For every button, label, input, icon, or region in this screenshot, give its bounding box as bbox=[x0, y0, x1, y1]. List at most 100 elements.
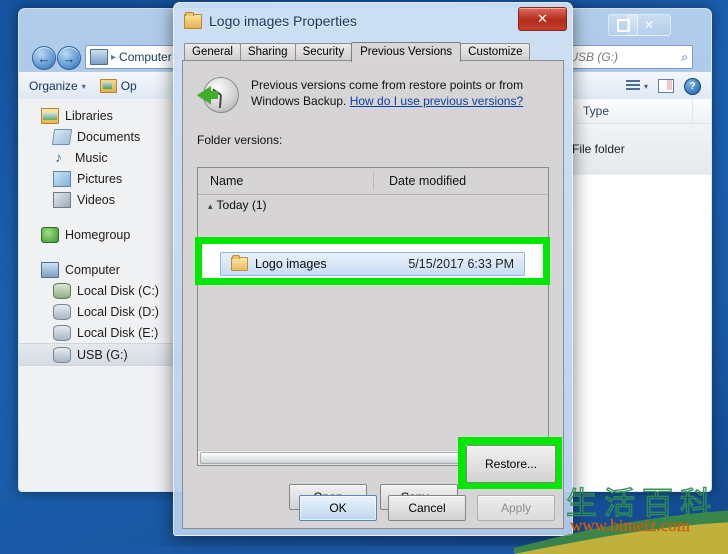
preview-pane-icon[interactable] bbox=[658, 79, 674, 93]
change-view-button[interactable]: ▾ bbox=[625, 80, 648, 92]
sidebar-item-music[interactable]: Music bbox=[19, 147, 197, 168]
tab-previous-versions[interactable]: Previous Versions bbox=[351, 42, 462, 62]
list-column-name[interactable]: Name bbox=[198, 174, 385, 188]
list-item-date-modified: 5/15/2017 6:33 PM bbox=[408, 257, 514, 271]
usb-drive-icon bbox=[53, 346, 71, 363]
highlight-box-list-item: Logo images 5/15/2017 6:33 PM bbox=[195, 237, 550, 285]
list-scroll-area: ▴ Today (1) bbox=[198, 194, 548, 451]
clock-minute-hand bbox=[218, 94, 222, 109]
sidebar-item-label: Documents bbox=[77, 129, 141, 144]
apply-button[interactable]: Apply bbox=[477, 495, 555, 521]
sidebar-item-libraries[interactable]: Libraries bbox=[19, 105, 197, 126]
sidebar-item-label: Computer bbox=[65, 262, 120, 277]
list-item[interactable]: Logo images 5/15/2017 6:33 PM bbox=[220, 252, 525, 276]
info-line-1: Previous versions come from restore poin… bbox=[251, 78, 524, 92]
highlight-box-restore-button: Restore... bbox=[458, 437, 562, 489]
homegroup-icon bbox=[41, 226, 59, 243]
desktop-background: ✕ ← → ▸ Computer ▸ Search USB (G:) ⌕ bbox=[0, 0, 728, 554]
dialog-title: Logo images Properties bbox=[209, 13, 357, 29]
sidebar-item-computer[interactable]: Computer bbox=[19, 259, 197, 280]
restore-clock-icon bbox=[197, 75, 239, 117]
disk-icon bbox=[53, 324, 71, 341]
sidebar-item-pictures[interactable]: Pictures bbox=[19, 168, 197, 189]
watermark-url: www.bimeiz.com bbox=[570, 516, 690, 535]
back-arrow-icon: ← bbox=[37, 50, 51, 66]
restore-button[interactable]: Restore... bbox=[466, 445, 556, 483]
chevron-up-icon: ▴ bbox=[208, 201, 213, 211]
sidebar-item-local-disk-c[interactable]: Local Disk (C:) bbox=[19, 280, 197, 301]
folder-icon bbox=[231, 255, 248, 271]
libraries-icon bbox=[41, 107, 59, 124]
tab-sharing[interactable]: Sharing bbox=[239, 43, 296, 61]
sidebar-item-videos[interactable]: Videos bbox=[19, 189, 197, 210]
tab-strip: General Sharing Security Previous Versio… bbox=[182, 42, 564, 62]
organize-label: Organize bbox=[29, 79, 78, 93]
open-label: Op bbox=[120, 79, 137, 93]
ok-button[interactable]: OK bbox=[299, 495, 377, 521]
info-text: Previous versions come from restore poin… bbox=[251, 75, 523, 117]
chevron-down-icon: ▾ bbox=[81, 81, 86, 91]
sidebar-item-label: Local Disk (C:) bbox=[77, 283, 159, 298]
organize-button[interactable]: Organize ▾ bbox=[29, 79, 86, 93]
tab-general[interactable]: General bbox=[184, 43, 241, 61]
chevron-down-icon: ▾ bbox=[643, 81, 648, 91]
cancel-button[interactable]: Cancel bbox=[388, 495, 466, 521]
sidebar-item-label: Local Disk (E:) bbox=[77, 325, 159, 340]
sidebar-item-label: Pictures bbox=[77, 171, 123, 186]
tab-security[interactable]: Security bbox=[294, 43, 353, 61]
list-item-name: Logo images bbox=[255, 257, 327, 271]
help-icon[interactable]: ? bbox=[684, 77, 701, 95]
folder-icon bbox=[184, 11, 202, 29]
disk-icon bbox=[53, 303, 71, 320]
dialog-close-button[interactable]: ✕ bbox=[518, 7, 567, 31]
close-button[interactable]: ✕ bbox=[627, 14, 671, 36]
dialog-footer-buttons: OK Cancel Apply bbox=[299, 495, 555, 521]
sidebar-item-label: Music bbox=[75, 150, 108, 165]
search-icon[interactable]: ⌕ bbox=[681, 50, 688, 65]
list-group-header-today[interactable]: ▴ Today (1) bbox=[198, 194, 548, 214]
videos-icon bbox=[53, 191, 71, 208]
open-button[interactable]: Op bbox=[99, 79, 137, 93]
dialog-title-bar: Logo images Properties ✕ bbox=[174, 3, 572, 39]
music-icon bbox=[53, 149, 69, 165]
previous-versions-help-link[interactable]: How do I use previous versions? bbox=[350, 94, 523, 108]
sidebar-item-label: Videos bbox=[77, 192, 115, 207]
info-line-2-prefix: Windows Backup. bbox=[251, 94, 350, 108]
info-line-2: Windows Backup. How do I use previous ve… bbox=[251, 93, 523, 109]
sidebar-item-label: Libraries bbox=[65, 108, 113, 123]
close-icon: ✕ bbox=[537, 11, 548, 26]
info-section: Previous versions come from restore poin… bbox=[183, 61, 563, 117]
sidebar-item-local-disk-d[interactable]: Local Disk (D:) bbox=[19, 301, 197, 322]
navigation-pane: Libraries Documents Music Pictures Video… bbox=[19, 99, 198, 491]
file-type: File folder bbox=[572, 142, 625, 156]
green-arrow-tail bbox=[208, 91, 218, 99]
list-column-date-modified[interactable]: Date modified bbox=[385, 174, 466, 188]
sidebar-item-documents[interactable]: Documents bbox=[19, 126, 197, 147]
documents-icon bbox=[51, 128, 73, 145]
views-icon bbox=[625, 80, 640, 92]
sidebar-item-label: Local Disk (D:) bbox=[77, 304, 159, 319]
sidebar-item-homegroup[interactable]: Homegroup bbox=[19, 224, 197, 245]
open-folder-icon bbox=[99, 79, 117, 93]
folder-versions-list[interactable]: Name Date modified ▴ Today (1) bbox=[197, 167, 549, 466]
breadcrumb-computer[interactable]: Computer bbox=[119, 50, 172, 64]
sidebar-item-local-disk-e[interactable]: Local Disk (E:) bbox=[19, 322, 197, 343]
folder-versions-label: Folder versions: bbox=[197, 133, 283, 147]
disk-c-icon bbox=[53, 282, 71, 299]
forward-button[interactable]: → bbox=[57, 46, 81, 70]
breadcrumb[interactable]: ▸ Computer ▸ bbox=[111, 50, 180, 64]
toolbar-right-group: ▾ ? bbox=[625, 77, 701, 95]
tab-customize[interactable]: Customize bbox=[460, 43, 531, 61]
close-icon: ✕ bbox=[643, 18, 655, 32]
column-header-type[interactable]: Type bbox=[573, 99, 693, 123]
sidebar-item-label: USB (G:) bbox=[77, 347, 128, 362]
computer-icon bbox=[41, 261, 59, 278]
computer-icon bbox=[90, 49, 108, 65]
sidebar-item-usb-g[interactable]: USB (G:) bbox=[19, 343, 197, 366]
list-group-label: Today (1) bbox=[216, 198, 267, 212]
forward-arrow-icon: → bbox=[62, 50, 76, 66]
back-button[interactable]: ← bbox=[32, 46, 56, 70]
